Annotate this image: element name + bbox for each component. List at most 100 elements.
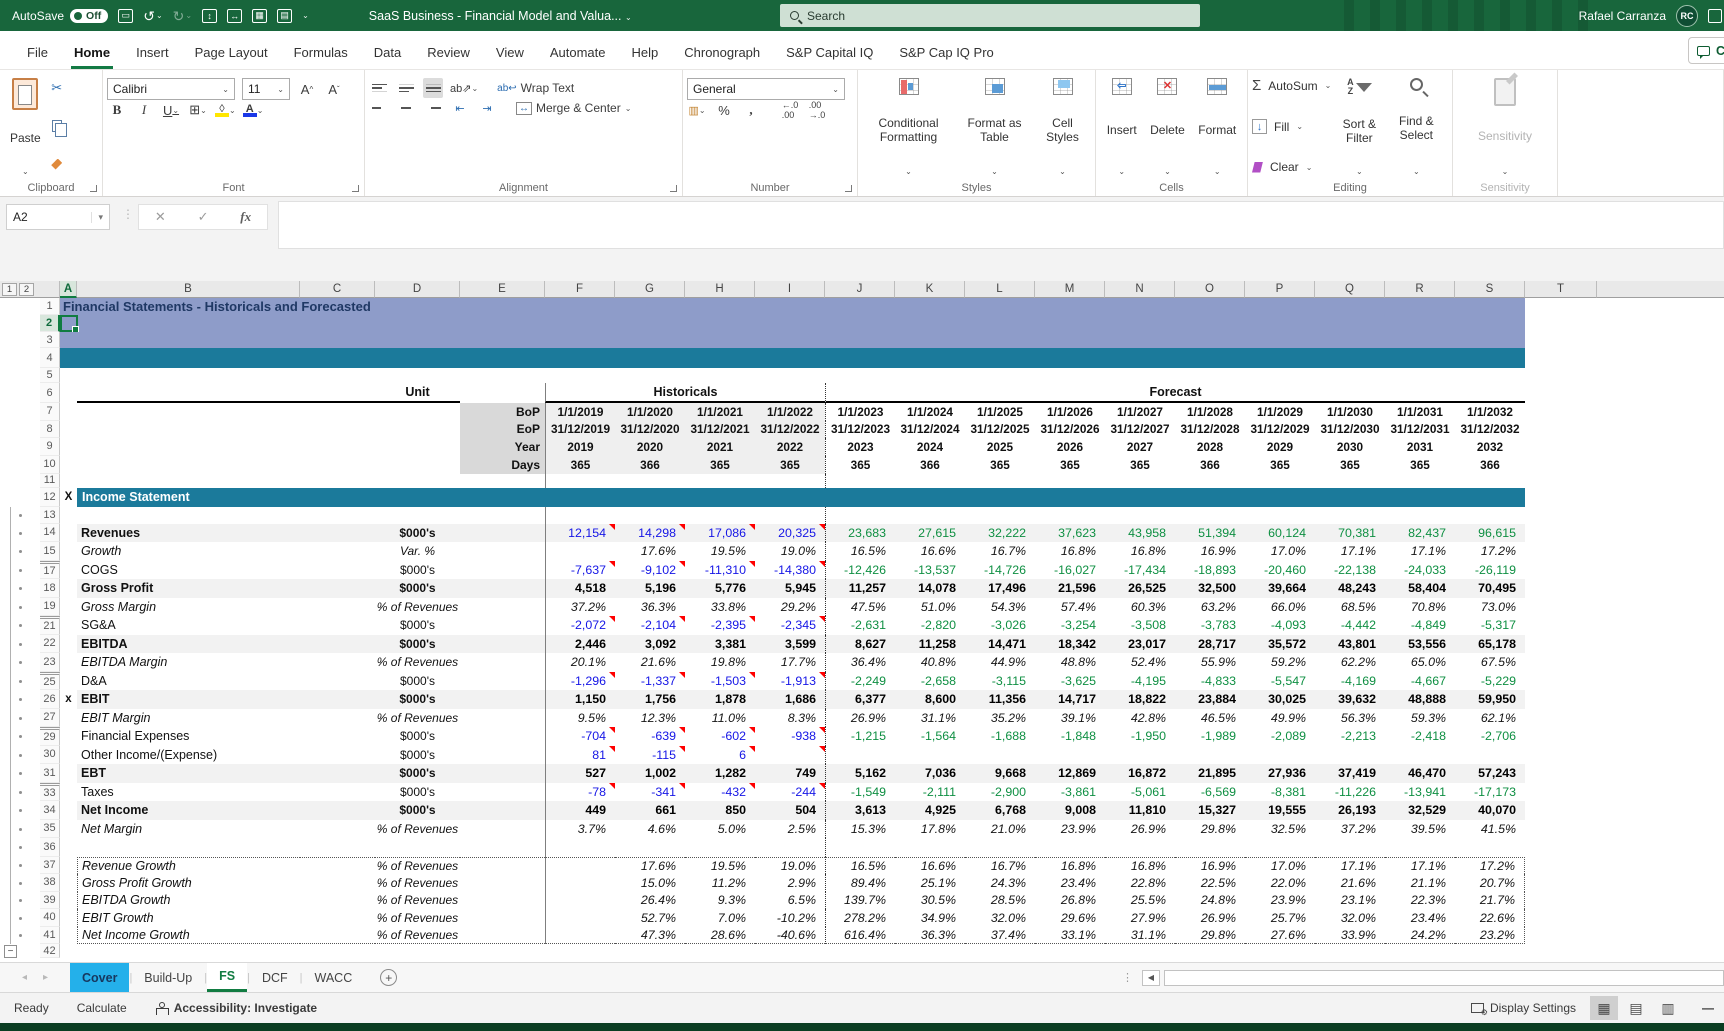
column-header-S[interactable]: S — [1455, 281, 1525, 298]
cell[interactable]: 67.5% — [1455, 653, 1525, 672]
cell[interactable] — [1597, 579, 1724, 598]
cell[interactable]: 17.1% — [1385, 542, 1455, 561]
cell[interactable]: 58,404 — [1385, 579, 1455, 598]
conditional-formatting-button[interactable]: Conditional Formatting⌄ — [863, 76, 955, 178]
formula-bar-splitter[interactable]: ⋮ — [122, 207, 135, 221]
cell[interactable]: 33.8% — [685, 598, 755, 617]
cell[interactable]: 65,178 — [1455, 635, 1525, 654]
row-number-36[interactable]: 36 — [40, 838, 60, 857]
cell[interactable] — [1525, 598, 1597, 617]
cell[interactable]: 1/1/2030 — [1315, 403, 1385, 421]
row-number-10[interactable]: 10 — [40, 456, 60, 474]
cell[interactable]: 37.2% — [1315, 820, 1385, 839]
cell[interactable]: 29.6% — [1035, 909, 1105, 927]
cell[interactable] — [60, 368, 1724, 383]
cell[interactable] — [60, 598, 77, 617]
cell[interactable]: -1,296 — [545, 672, 615, 691]
cell[interactable] — [545, 927, 615, 945]
cell[interactable]: 70,381 — [1315, 524, 1385, 543]
qat-custom-icon-3[interactable]: ▦ — [252, 9, 267, 23]
cell[interactable]: 23.1% — [1315, 892, 1385, 910]
paste-button[interactable]: Paste⌄ — [4, 76, 47, 178]
cell[interactable] — [1525, 488, 1724, 507]
cell[interactable]: -20,460 — [1245, 561, 1315, 580]
cell[interactable] — [300, 783, 375, 802]
cell[interactable]: -1,503 — [685, 672, 755, 691]
cell[interactable]: 1/1/2020 — [615, 403, 685, 421]
row-number-42[interactable]: 42 — [40, 944, 60, 958]
cell[interactable] — [300, 801, 375, 820]
cell[interactable] — [895, 507, 965, 524]
normal-view-button[interactable]: ▦ — [1590, 996, 1618, 1020]
cell[interactable] — [1175, 838, 1245, 857]
cell[interactable]: -3,625 — [1035, 672, 1105, 691]
cell[interactable]: 1/1/2026 — [1035, 403, 1105, 421]
column-header-Q[interactable]: Q — [1315, 281, 1385, 298]
cell[interactable]: 365 — [1385, 456, 1455, 474]
cell[interactable]: 17.0% — [1245, 857, 1315, 875]
cell[interactable]: 30,025 — [1245, 690, 1315, 709]
cell[interactable]: 31/12/2029 — [1245, 421, 1315, 439]
cell[interactable]: 15.0% — [615, 874, 685, 892]
cell[interactable] — [685, 838, 755, 857]
cell[interactable] — [685, 507, 755, 524]
cell[interactable] — [1597, 909, 1724, 927]
cell[interactable]: 25.7% — [1245, 909, 1315, 927]
search-input[interactable]: Search — [780, 4, 1200, 27]
row-number-40[interactable]: 40 — [40, 909, 60, 927]
cell[interactable]: 17.7% — [755, 653, 825, 672]
cell[interactable]: 278.2% — [825, 909, 895, 927]
cell[interactable]: 32.0% — [1315, 909, 1385, 927]
cell[interactable] — [60, 403, 77, 421]
cell[interactable]: 365 — [825, 456, 895, 474]
cell[interactable]: 59.2% — [1245, 653, 1315, 672]
cell[interactable] — [60, 653, 77, 672]
cell[interactable]: 22.6% — [1455, 909, 1525, 927]
cell[interactable]: 31/12/2025 — [965, 421, 1035, 439]
cell[interactable]: 68.5% — [1315, 598, 1385, 617]
cell[interactable]: 366 — [1455, 456, 1525, 474]
row-number-5[interactable]: 5 — [40, 368, 60, 383]
cell[interactable]: 14,298 — [615, 524, 685, 543]
cell[interactable]: 17.1% — [1385, 857, 1455, 875]
qat-custom-icon-1[interactable]: ↕ — [202, 9, 217, 23]
wrap-text-button[interactable]: ab↩Wrap Text — [497, 78, 574, 98]
page-break-view-button[interactable]: ▥ — [1654, 996, 1682, 1020]
cell[interactable]: 17.0% — [1245, 542, 1315, 561]
column-header-K[interactable]: K — [895, 281, 965, 298]
cell[interactable]: 1/1/2019 — [545, 403, 615, 421]
document-title[interactable]: SaaS Business - Financial Model and Valu… — [369, 9, 632, 23]
cell[interactable] — [460, 783, 545, 802]
cell[interactable]: 11,257 — [825, 579, 895, 598]
cell[interactable]: 1/1/2031 — [1385, 403, 1455, 421]
cell[interactable]: 23,017 — [1105, 635, 1175, 654]
cell[interactable] — [1525, 635, 1597, 654]
cell[interactable]: 1/1/2024 — [895, 403, 965, 421]
cell[interactable]: -4,169 — [1315, 672, 1385, 691]
cell[interactable]: 16.5% — [825, 542, 895, 561]
cell[interactable]: 5,196 — [615, 579, 685, 598]
cell[interactable]: 23.9% — [1035, 820, 1105, 839]
cell[interactable]: 24.8% — [1175, 892, 1245, 910]
cell[interactable] — [1525, 616, 1597, 635]
cell[interactable] — [60, 801, 77, 820]
cell[interactable]: 2025 — [965, 438, 1035, 456]
cell[interactable]: 23,683 — [825, 524, 895, 543]
cell[interactable] — [1175, 474, 1245, 488]
cell[interactable]: 18,822 — [1105, 690, 1175, 709]
column-header-F[interactable]: F — [545, 281, 615, 298]
cell[interactable]: 19.5% — [685, 857, 755, 875]
cell[interactable]: 12,154 — [545, 524, 615, 543]
cell[interactable]: 2020 — [615, 438, 685, 456]
format-cells-button[interactable]: Format⌄ — [1192, 76, 1242, 178]
clear-button[interactable]: Clear⌄ — [1252, 160, 1331, 174]
cell[interactable]: 2032 — [1455, 438, 1525, 456]
cell[interactable]: 8,600 — [895, 690, 965, 709]
delete-cells-button[interactable]: ✕ Delete⌄ — [1144, 76, 1191, 178]
cell[interactable]: 5,162 — [825, 764, 895, 783]
cell[interactable]: -3,026 — [965, 616, 1035, 635]
cell[interactable]: 31.1% — [895, 709, 965, 728]
cell[interactable] — [60, 727, 77, 746]
cell[interactable] — [1245, 474, 1315, 488]
cell[interactable] — [1597, 474, 1724, 488]
